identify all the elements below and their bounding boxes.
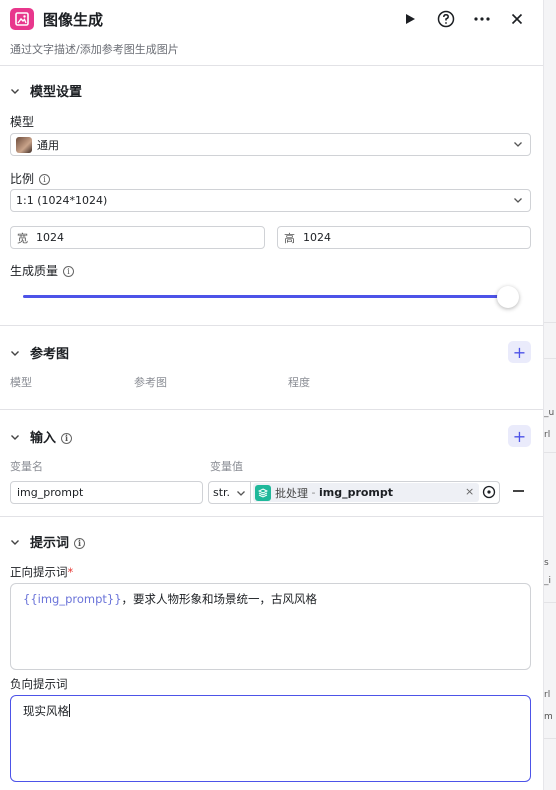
divider [544, 452, 556, 453]
required-mark: * [67, 565, 74, 579]
info-icon[interactable]: i [74, 537, 86, 549]
reference-title: 参考图 [30, 347, 70, 362]
run-icon[interactable] [399, 8, 421, 30]
height-value: 1024 [303, 231, 331, 244]
positive-prompt-text: ，要求人物形象和场景统一，古风风格 [121, 592, 318, 606]
panel-header: 图像生成 通过文字描述/添加参考图生成图片 [0, 0, 543, 66]
divider [544, 322, 556, 323]
width-prefix: 宽 [17, 231, 28, 245]
chevron-down-icon [237, 491, 245, 496]
reference-col-model: 模型 [10, 376, 32, 389]
panel-subtitle: 通过文字描述/添加参考图生成图片 [10, 43, 179, 56]
canvas-text-fragment: m [544, 712, 553, 722]
info-icon[interactable]: i [61, 432, 73, 444]
help-icon[interactable] [435, 8, 457, 30]
reference-col-image: 参考图 [134, 376, 167, 389]
variable-value-group: str. 批处理 - img_prompt × [208, 481, 500, 504]
input-title: 输入 i [30, 427, 73, 446]
canvas-background-strip: _u rl s _i rl m [543, 0, 556, 790]
canvas-text-fragment: rl [544, 690, 551, 700]
info-icon[interactable]: i [39, 174, 51, 185]
ratio-select-value: 1:1 (1024*1024) [16, 194, 108, 207]
canvas-text-fragment: rl [544, 430, 551, 440]
reference-col-strength: 程度 [288, 376, 310, 389]
height-input[interactable]: 高 1024 [277, 226, 531, 249]
type-select[interactable]: str. [209, 482, 251, 503]
model-select-value: 通用 [37, 138, 59, 152]
remove-input-button[interactable] [513, 490, 524, 492]
height-prefix: 高 [284, 231, 295, 245]
model-settings-toggle[interactable]: 模型设置 [10, 81, 82, 100]
chevron-down-icon [514, 198, 522, 203]
text-cursor [69, 704, 70, 717]
slider-fill [23, 295, 510, 298]
divider [0, 516, 543, 517]
canvas-text-fragment: s [544, 558, 549, 568]
divider [544, 738, 556, 739]
divider [0, 409, 543, 410]
chevron-down-icon [11, 350, 19, 356]
negative-prompt-text: 现实风格 [23, 704, 69, 718]
add-input-button[interactable]: + [508, 425, 531, 447]
more-icon[interactable] [471, 8, 493, 30]
add-reference-button[interactable]: + [508, 341, 531, 363]
reference-toggle[interactable]: 参考图 [10, 343, 69, 362]
variable-name-input[interactable]: img_prompt [10, 481, 203, 504]
divider [544, 602, 556, 603]
input-col-name: 变量名 [10, 460, 43, 473]
slider-handle[interactable] [497, 286, 519, 308]
negative-prompt-label: 负向提示词 [10, 677, 68, 691]
plus-icon: + [512, 426, 527, 446]
prompt-title: 提示词 i [30, 532, 86, 551]
divider [544, 358, 556, 359]
divider [0, 325, 543, 326]
canvas-text-fragment: _i [544, 576, 552, 586]
variable-name-value: img_prompt [17, 486, 84, 499]
panel-title: 图像生成 [43, 11, 104, 29]
model-label: 模型 [10, 115, 35, 129]
source-node-name: 批处理 [275, 486, 308, 500]
model-select[interactable]: 通用 [10, 133, 531, 156]
model-avatar-icon [16, 136, 32, 153]
target-icon[interactable] [482, 485, 496, 502]
source-separator: - [308, 486, 319, 499]
close-icon[interactable] [506, 8, 528, 30]
quality-slider[interactable] [23, 286, 519, 308]
batch-node-icon [255, 484, 271, 501]
negative-prompt-textarea[interactable]: 现实风格 [10, 695, 531, 782]
chevron-down-icon [11, 539, 19, 545]
canvas-text-fragment: _u [544, 408, 555, 418]
chevron-down-icon [11, 434, 19, 440]
image-generation-panel: 图像生成 通过文字描述/添加参考图生成图片 模型设置 模型 通用 比例 i 1:1… [0, 0, 543, 790]
type-value: str. [213, 486, 231, 499]
clear-icon[interactable]: × [465, 485, 474, 498]
image-generate-icon [10, 8, 34, 30]
variable-reference[interactable]: 批处理 - img_prompt [253, 483, 479, 502]
positive-prompt-textarea[interactable]: {{img_prompt}}，要求人物形象和场景统一，古风风格 [10, 583, 531, 670]
chevron-down-icon [514, 142, 522, 147]
quality-label: 生成质量 i [10, 262, 75, 279]
chevron-down-icon [11, 88, 19, 94]
model-settings-title: 模型设置 [30, 85, 83, 100]
info-icon[interactable]: i [63, 266, 75, 277]
width-value: 1024 [36, 231, 64, 244]
width-input[interactable]: 宽 1024 [10, 226, 265, 249]
input-toggle[interactable]: 输入 i [10, 427, 73, 446]
ratio-select[interactable]: 1:1 (1024*1024) [10, 189, 531, 212]
prompt-variable-token: {{img_prompt}} [23, 592, 122, 606]
plus-icon: + [512, 342, 527, 362]
input-col-value: 变量值 [210, 460, 243, 473]
positive-prompt-label: 正向提示词* [10, 565, 74, 579]
source-variable: img_prompt [318, 486, 394, 499]
ratio-label: 比例 i [10, 170, 51, 187]
prompt-toggle[interactable]: 提示词 i [10, 532, 86, 551]
